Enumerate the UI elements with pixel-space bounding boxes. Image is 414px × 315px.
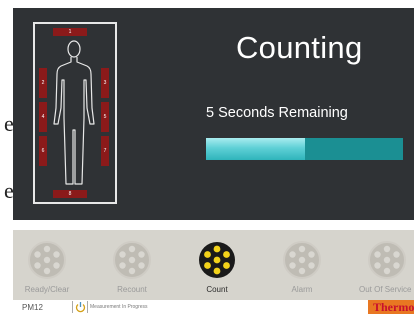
- detector-1: 1: [53, 28, 87, 36]
- detector-7: 7: [101, 136, 109, 166]
- detector-5: 5: [101, 102, 109, 132]
- alarm-button[interactable]: Alarm: [262, 234, 342, 296]
- detector-6: 6: [39, 136, 47, 166]
- recount-button[interactable]: Recount: [92, 234, 172, 296]
- human-figure-icon: [53, 40, 95, 185]
- ready-clear-button[interactable]: Ready/Clear: [7, 234, 87, 296]
- footer-divider: [87, 301, 88, 313]
- alarm-label: Alarm: [291, 285, 313, 294]
- footer-divider: [72, 301, 73, 313]
- out-of-service-button[interactable]: Out Of Service: [347, 234, 414, 296]
- count-button[interactable]: Count: [177, 234, 257, 296]
- instrument-id: PM12: [22, 303, 43, 312]
- body-diagram: 1 2 3 4 5 6 7 8: [33, 22, 117, 204]
- detector-4: 4: [39, 102, 47, 132]
- ready-clear-label: Ready/Clear: [24, 285, 70, 294]
- count-icon: [199, 242, 235, 278]
- status-text: Measurement In Progress: [90, 304, 148, 310]
- status-footer: PM12 Measurement In Progress Thermo: [0, 300, 414, 315]
- count-progress-fill: [206, 138, 305, 160]
- time-remaining-text: 5 Seconds Remaining: [206, 105, 348, 121]
- counting-panel: 1 2 3 4 5 6 7 8 Counting 5 Seconds Remai…: [13, 8, 414, 220]
- screen-title: Counting: [236, 30, 363, 65]
- count-progress-bar: [206, 138, 403, 160]
- out-of-service-icon: [368, 241, 406, 279]
- alarm-icon: [283, 241, 321, 279]
- brand-logo: Thermo: [368, 300, 414, 314]
- detector-2: 2: [39, 68, 47, 98]
- detector-8: 8: [53, 190, 87, 198]
- recount-label: Recount: [117, 285, 147, 294]
- action-bar: Ready/Clear Recount Count Alarm Out Of S…: [13, 230, 414, 300]
- recount-icon: [113, 241, 151, 279]
- out-of-service-label: Out Of Service: [359, 285, 412, 294]
- detector-3: 3: [101, 68, 109, 98]
- count-label: Count: [206, 285, 228, 294]
- power-icon: [75, 302, 86, 313]
- ready-clear-icon: [28, 241, 66, 279]
